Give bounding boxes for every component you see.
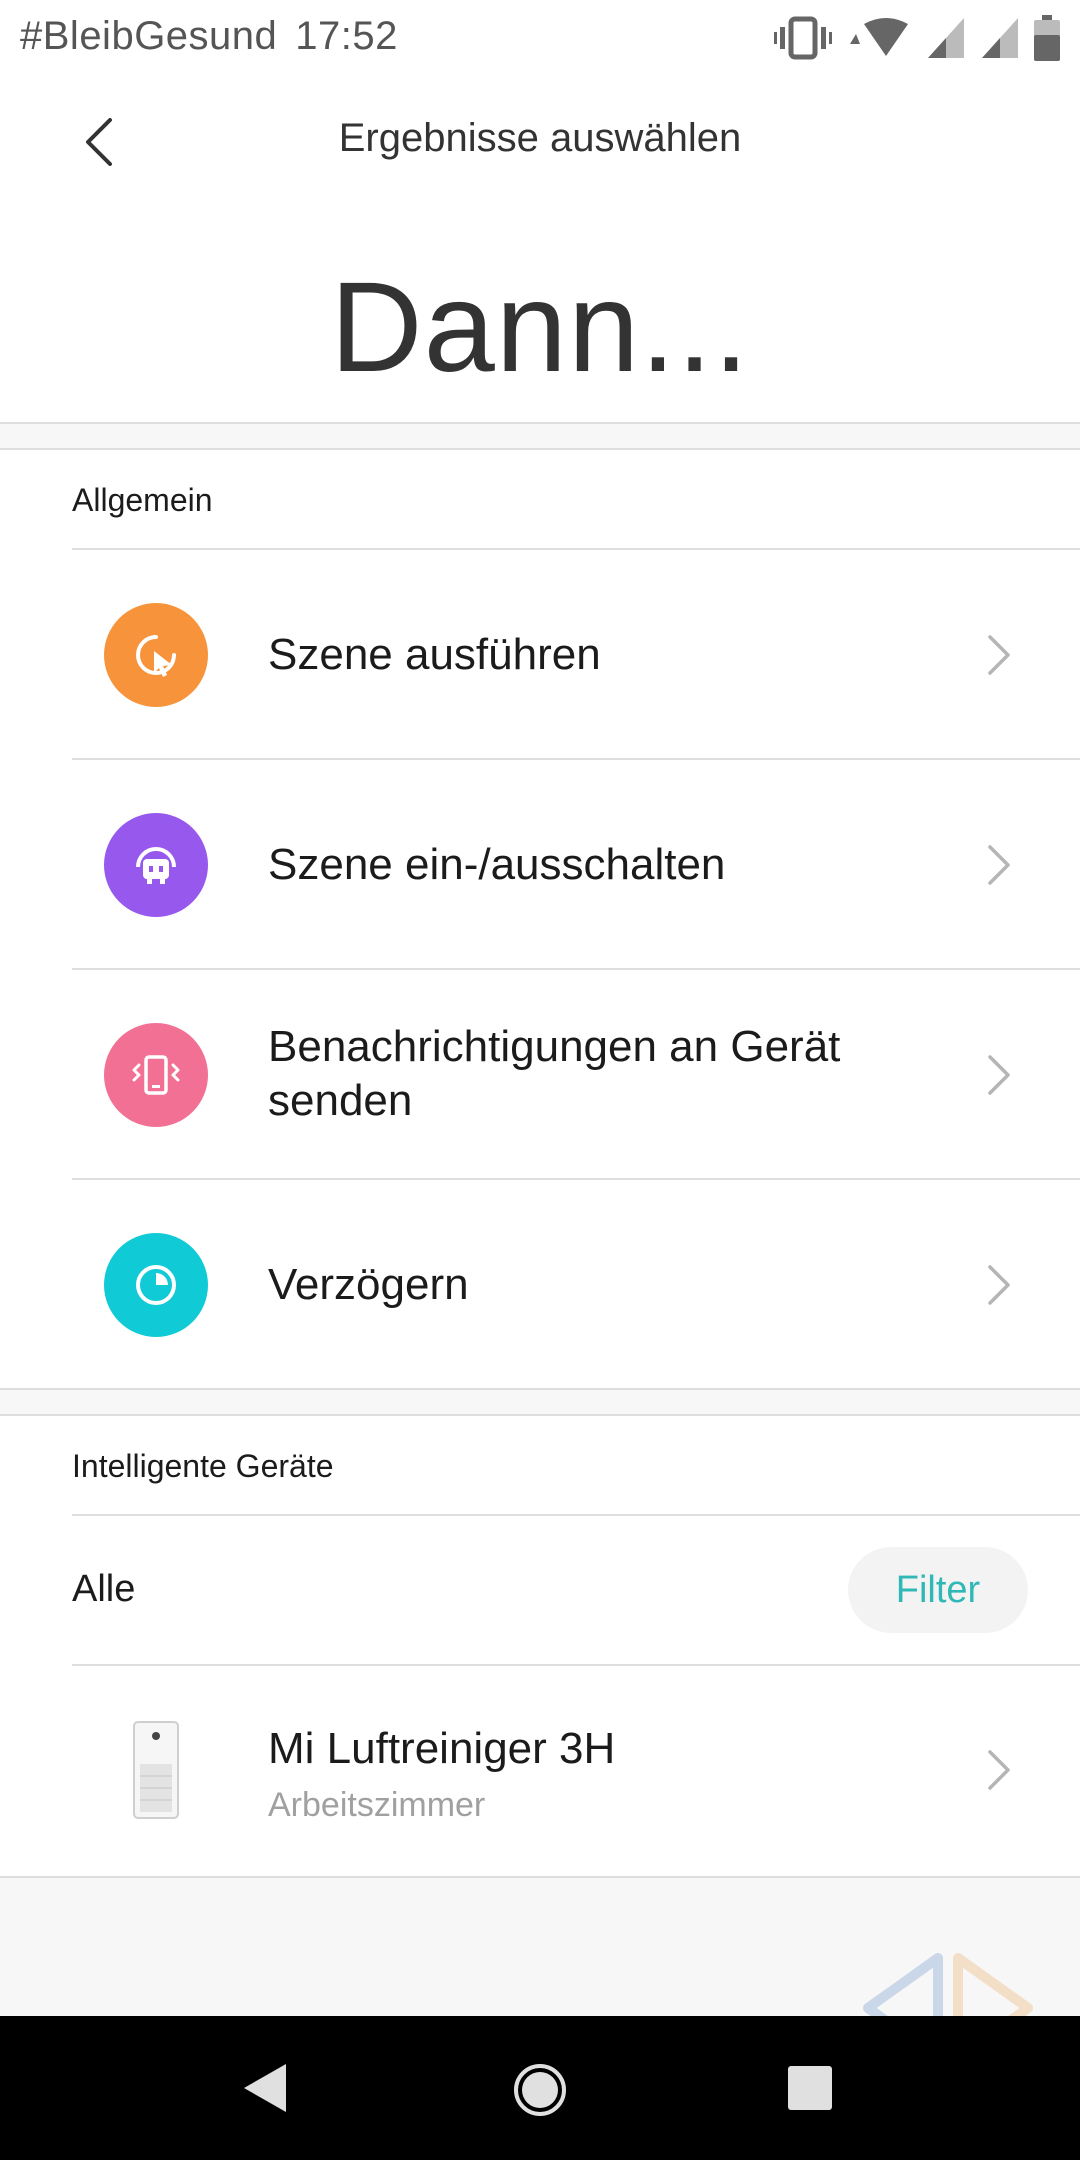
wifi-icon xyxy=(850,18,908,56)
status-time: 17:52 xyxy=(295,14,398,58)
nav-home-icon[interactable] xyxy=(512,2062,568,2118)
vibrate-icon xyxy=(774,16,832,60)
chevron-right-icon xyxy=(988,635,1010,675)
action-label: Verzögern xyxy=(268,1260,469,1309)
status-left: #BleibGesund 17:52 xyxy=(20,14,398,59)
device-room: Arbeitszimmer xyxy=(268,1786,486,1824)
status-bar: #BleibGesund 17:52 xyxy=(0,0,1080,74)
notification-text: #BleibGesund xyxy=(20,14,278,58)
action-label: Szene ein-/ausschalten xyxy=(268,840,726,889)
header: Ergebnisse auswählen Dann... xyxy=(0,74,1080,424)
cursor-click-icon xyxy=(104,603,208,707)
device-row[interactable]: Mi Luftreiniger 3H Arbeitszimmer xyxy=(0,1666,1080,1872)
signal-icon xyxy=(982,18,1018,58)
nav-back-icon[interactable] xyxy=(240,2062,288,2114)
filter-button[interactable]: Filter xyxy=(848,1547,1028,1633)
action-send-notification[interactable]: Benachrichtigungen an Gerät senden xyxy=(0,970,1080,1180)
smart-devices-section: Intelligente Geräte Alle Filter Mi Luftr… xyxy=(0,1414,1080,1878)
signal-icon xyxy=(928,18,964,58)
air-purifier-icon xyxy=(133,1721,179,1819)
clock-icon xyxy=(104,1233,208,1337)
screen: #BleibGesund 17:52 Ergebnisse auswählen … xyxy=(0,0,1080,2160)
general-section: Allgemein Szene ausführen Szene ein-/aus… xyxy=(0,448,1080,1390)
phone-vibrate-icon xyxy=(104,1023,208,1127)
section-label-general: Allgemein xyxy=(72,482,213,518)
action-toggle-scene[interactable]: Szene ein-/ausschalten xyxy=(0,760,1080,970)
action-run-scene[interactable]: Szene ausführen xyxy=(0,550,1080,760)
action-label: Benachrichtigungen an Gerät senden xyxy=(268,1022,841,1125)
chevron-right-icon xyxy=(988,1265,1010,1305)
page-title: Ergebnisse auswählen xyxy=(338,116,742,160)
navigation-bar xyxy=(0,2016,1080,2160)
filter-row: Alle Filter xyxy=(0,1516,1080,1664)
action-delay[interactable]: Verzögern xyxy=(0,1180,1080,1390)
chevron-right-icon xyxy=(988,1055,1010,1095)
section-label-devices: Intelligente Geräte xyxy=(72,1448,334,1484)
action-label: Szene ausführen xyxy=(268,630,601,679)
status-icons xyxy=(774,14,1060,62)
then-heading: Dann... xyxy=(330,256,750,399)
nav-recents-icon[interactable] xyxy=(786,2064,834,2112)
chevron-right-icon xyxy=(988,845,1010,885)
device-name: Mi Luftreiniger 3H xyxy=(268,1724,616,1773)
battery-icon xyxy=(1034,15,1060,61)
robot-icon xyxy=(104,813,208,917)
chevron-right-icon xyxy=(988,1750,1010,1790)
filter-scope-label: Alle xyxy=(72,1568,136,1610)
